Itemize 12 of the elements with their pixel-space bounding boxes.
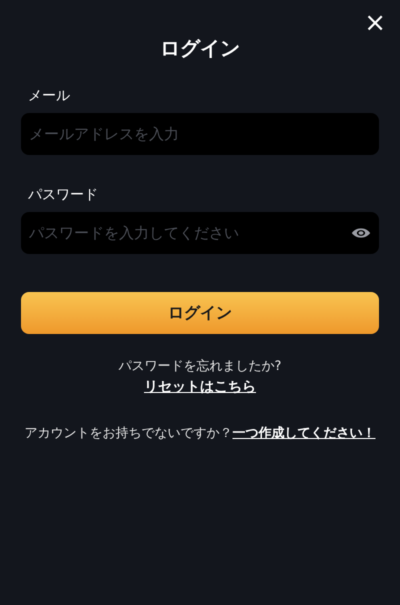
field-label: パスワード bbox=[27, 186, 98, 205]
password-field[interactable]: パスワードを入力してください bbox=[21, 212, 379, 254]
signup-prompt-text: アカウントをお持ちでないですか？ bbox=[24, 425, 232, 443]
signup-link[interactable]: 一つ作成してください！ bbox=[232, 424, 376, 444]
field-label: メール bbox=[27, 87, 70, 106]
login-button[interactable]: ログイン bbox=[21, 292, 379, 334]
eye-icon[interactable] bbox=[351, 226, 371, 240]
forgot-password-text: パスワードを忘れましたか? bbox=[118, 358, 282, 376]
email-field[interactable]: メールアドレスを入力 bbox=[21, 113, 379, 155]
reset-link[interactable]: リセットはこちら bbox=[144, 376, 256, 398]
close-button[interactable]: × bbox=[364, 10, 386, 36]
dialog-title: ログイン bbox=[159, 35, 241, 62]
